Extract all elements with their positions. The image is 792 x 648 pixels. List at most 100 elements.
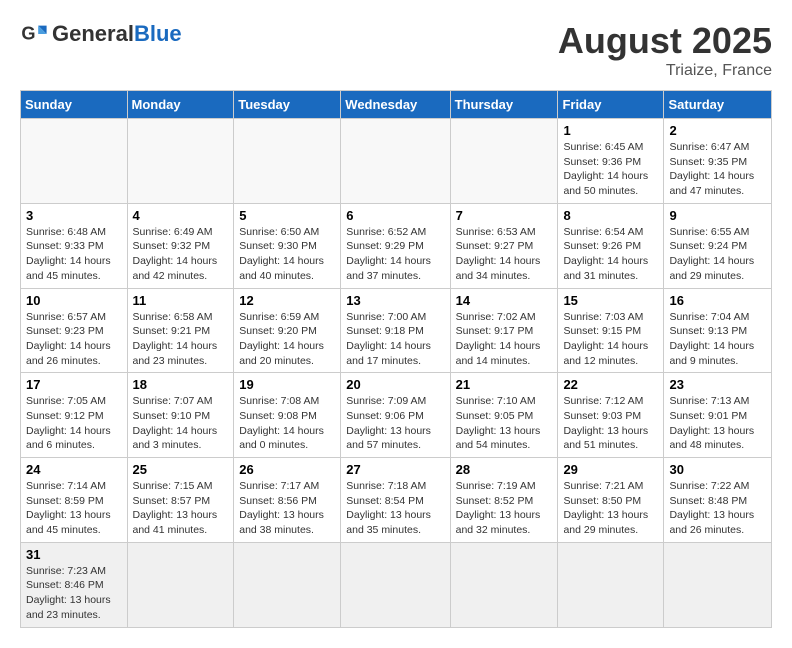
logo-text: GeneralBlue — [52, 21, 182, 47]
day-detail: Sunrise: 7:09 AM Sunset: 9:06 PM Dayligh… — [346, 394, 444, 453]
day-number: 1 — [563, 123, 658, 138]
calendar-cell — [234, 119, 341, 204]
day-header-saturday: Saturday — [664, 91, 772, 119]
day-detail: Sunrise: 6:58 AM Sunset: 9:21 PM Dayligh… — [133, 310, 229, 369]
day-header-sunday: Sunday — [21, 91, 128, 119]
calendar-cell: 22 Sunrise: 7:12 AM Sunset: 9:03 PM Dayli… — [558, 373, 664, 458]
day-detail: Sunrise: 6:45 AM Sunset: 9:36 PM Dayligh… — [563, 140, 658, 199]
day-number: 20 — [346, 377, 444, 392]
week-row-5: 24Sunrise: 7:14 AM Sunset: 8:59 PM Dayli… — [21, 458, 772, 543]
calendar-cell — [341, 542, 450, 627]
calendar-cell: 6 Sunrise: 6:52 AM Sunset: 9:29 PM Daylig… — [341, 203, 450, 288]
logo-general: General — [52, 21, 134, 46]
header-row: SundayMondayTuesdayWednesdayThursdayFrid… — [21, 91, 772, 119]
day-detail: Sunrise: 7:12 AM Sunset: 9:03 PM Dayligh… — [563, 394, 658, 453]
calendar-cell: 27Sunrise: 7:18 AM Sunset: 8:54 PM Dayli… — [341, 458, 450, 543]
day-number: 31 — [26, 547, 122, 562]
day-header-thursday: Thursday — [450, 91, 558, 119]
calendar-cell: 1 Sunrise: 6:45 AM Sunset: 9:36 PM Daylig… — [558, 119, 664, 204]
day-detail: Sunrise: 7:08 AM Sunset: 9:08 PM Dayligh… — [239, 394, 335, 453]
day-number: 12 — [239, 293, 335, 308]
day-detail: Sunrise: 7:03 AM Sunset: 9:15 PM Dayligh… — [563, 310, 658, 369]
calendar-cell — [341, 119, 450, 204]
week-row-3: 10Sunrise: 6:57 AM Sunset: 9:23 PM Dayli… — [21, 288, 772, 373]
day-number: 19 — [239, 377, 335, 392]
calendar-table: SundayMondayTuesdayWednesdayThursdayFrid… — [20, 90, 772, 628]
title-area: August 2025 Triaize, France — [558, 20, 772, 80]
svg-text:G: G — [21, 24, 35, 44]
day-number: 4 — [133, 208, 229, 223]
week-row-4: 17 Sunrise: 7:05 AM Sunset: 9:12 PM Dayli… — [21, 373, 772, 458]
day-number: 6 — [346, 208, 444, 223]
calendar-cell: 5Sunrise: 6:50 AM Sunset: 9:30 PM Daylig… — [234, 203, 341, 288]
day-detail: Sunrise: 7:02 AM Sunset: 9:17 PM Dayligh… — [456, 310, 553, 369]
day-header-monday: Monday — [127, 91, 234, 119]
day-number: 25 — [133, 462, 229, 477]
calendar-cell: 21 Sunrise: 7:10 AM Sunset: 9:05 PM Dayli… — [450, 373, 558, 458]
calendar-cell: 24Sunrise: 7:14 AM Sunset: 8:59 PM Dayli… — [21, 458, 128, 543]
calendar-title: August 2025 — [558, 20, 772, 62]
calendar-cell: 31Sunrise: 7:23 AM Sunset: 8:46 PM Dayli… — [21, 542, 128, 627]
day-detail: Sunrise: 7:05 AM Sunset: 9:12 PM Dayligh… — [26, 394, 122, 453]
calendar-cell — [127, 542, 234, 627]
day-detail: Sunrise: 7:19 AM Sunset: 8:52 PM Dayligh… — [456, 479, 553, 538]
day-detail: Sunrise: 7:21 AM Sunset: 8:50 PM Dayligh… — [563, 479, 658, 538]
logo: G GeneralBlue — [20, 20, 182, 48]
day-number: 8 — [563, 208, 658, 223]
day-number: 9 — [669, 208, 766, 223]
calendar-cell — [127, 119, 234, 204]
day-number: 23 — [669, 377, 766, 392]
calendar-cell: 30Sunrise: 7:22 AM Sunset: 8:48 PM Dayli… — [664, 458, 772, 543]
day-detail: Sunrise: 6:59 AM Sunset: 9:20 PM Dayligh… — [239, 310, 335, 369]
calendar-cell: 16Sunrise: 7:04 AM Sunset: 9:13 PM Dayli… — [664, 288, 772, 373]
day-detail: Sunrise: 7:14 AM Sunset: 8:59 PM Dayligh… — [26, 479, 122, 538]
day-number: 22 — [563, 377, 658, 392]
day-number: 29 — [563, 462, 658, 477]
logo-icon: G — [20, 20, 48, 48]
calendar-cell: 7Sunrise: 6:53 AM Sunset: 9:27 PM Daylig… — [450, 203, 558, 288]
calendar-cell: 9Sunrise: 6:55 AM Sunset: 9:24 PM Daylig… — [664, 203, 772, 288]
calendar-cell: 18 Sunrise: 7:07 AM Sunset: 9:10 PM Dayli… — [127, 373, 234, 458]
day-number: 2 — [669, 123, 766, 138]
calendar-cell — [664, 542, 772, 627]
calendar-cell: 29 Sunrise: 7:21 AM Sunset: 8:50 PM Dayli… — [558, 458, 664, 543]
calendar-cell: 17 Sunrise: 7:05 AM Sunset: 9:12 PM Dayli… — [21, 373, 128, 458]
day-number: 21 — [456, 377, 553, 392]
day-number: 28 — [456, 462, 553, 477]
day-detail: Sunrise: 6:53 AM Sunset: 9:27 PM Dayligh… — [456, 225, 553, 284]
day-detail: Sunrise: 7:04 AM Sunset: 9:13 PM Dayligh… — [669, 310, 766, 369]
day-number: 5 — [239, 208, 335, 223]
day-detail: Sunrise: 7:07 AM Sunset: 9:10 PM Dayligh… — [133, 394, 229, 453]
day-detail: Sunrise: 6:54 AM Sunset: 9:26 PM Dayligh… — [563, 225, 658, 284]
day-header-tuesday: Tuesday — [234, 91, 341, 119]
calendar-cell: 26Sunrise: 7:17 AM Sunset: 8:56 PM Dayli… — [234, 458, 341, 543]
calendar-cell: 14 Sunrise: 7:02 AM Sunset: 9:17 PM Dayli… — [450, 288, 558, 373]
logo-blue: Blue — [134, 21, 182, 46]
day-detail: Sunrise: 7:10 AM Sunset: 9:05 PM Dayligh… — [456, 394, 553, 453]
calendar-cell: 23Sunrise: 7:13 AM Sunset: 9:01 PM Dayli… — [664, 373, 772, 458]
day-number: 17 — [26, 377, 122, 392]
header: G GeneralBlue August 2025 Triaize, Franc… — [20, 20, 772, 80]
day-detail: Sunrise: 7:00 AM Sunset: 9:18 PM Dayligh… — [346, 310, 444, 369]
day-number: 27 — [346, 462, 444, 477]
calendar-cell — [21, 119, 128, 204]
day-detail: Sunrise: 6:52 AM Sunset: 9:29 PM Dayligh… — [346, 225, 444, 284]
day-number: 18 — [133, 377, 229, 392]
week-row-2: 3Sunrise: 6:48 AM Sunset: 9:33 PM Daylig… — [21, 203, 772, 288]
calendar-cell: 20 Sunrise: 7:09 AM Sunset: 9:06 PM Dayli… — [341, 373, 450, 458]
day-number: 14 — [456, 293, 553, 308]
day-number: 10 — [26, 293, 122, 308]
day-number: 15 — [563, 293, 658, 308]
day-header-wednesday: Wednesday — [341, 91, 450, 119]
calendar-subtitle: Triaize, France — [558, 62, 772, 80]
day-number: 13 — [346, 293, 444, 308]
calendar-cell: 12 Sunrise: 6:59 AM Sunset: 9:20 PM Dayli… — [234, 288, 341, 373]
calendar-cell: 8 Sunrise: 6:54 AM Sunset: 9:26 PM Daylig… — [558, 203, 664, 288]
calendar-cell — [234, 542, 341, 627]
calendar-cell: 11Sunrise: 6:58 AM Sunset: 9:21 PM Dayli… — [127, 288, 234, 373]
day-number: 30 — [669, 462, 766, 477]
calendar-cell: 25 Sunrise: 7:15 AM Sunset: 8:57 PM Dayli… — [127, 458, 234, 543]
day-detail: Sunrise: 7:15 AM Sunset: 8:57 PM Dayligh… — [133, 479, 229, 538]
calendar-cell: 28 Sunrise: 7:19 AM Sunset: 8:52 PM Dayli… — [450, 458, 558, 543]
calendar-cell: 10Sunrise: 6:57 AM Sunset: 9:23 PM Dayli… — [21, 288, 128, 373]
